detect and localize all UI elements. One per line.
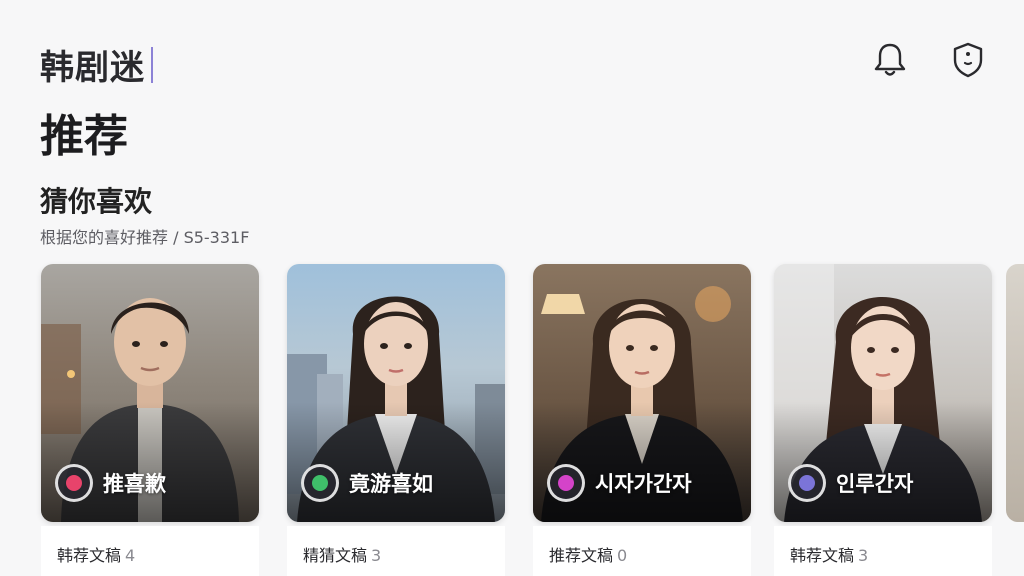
card-shade bbox=[287, 402, 505, 522]
page-title: 推荐 bbox=[40, 111, 128, 162]
card-meta: 精猜文稿 3 bbox=[287, 526, 505, 576]
card-meta-count: 0 bbox=[617, 546, 628, 565]
card-meta-label: 韩荐文稿 bbox=[790, 546, 855, 565]
privacy-button[interactable] bbox=[948, 40, 988, 80]
bell-icon bbox=[874, 43, 906, 76]
drama-card[interactable]: 시자가간자 bbox=[533, 264, 751, 522]
badge-icon bbox=[301, 464, 339, 502]
card-meta: 推荐文稿 0 bbox=[533, 526, 751, 576]
card-shade bbox=[774, 402, 992, 522]
card-shade bbox=[41, 402, 259, 522]
badge-dot bbox=[799, 475, 815, 491]
next-card-peek[interactable] bbox=[1006, 264, 1024, 522]
badge-icon bbox=[788, 464, 826, 502]
app-screen: 韩剧迷 推荐 猜你喜欢 根据您的喜好推荐 / S5-331F 推喜歉 韩荐文稿 … bbox=[0, 0, 1024, 576]
section-title: 猜你喜欢 bbox=[40, 185, 153, 218]
card-title: 인루간자 bbox=[836, 472, 914, 496]
card-shade bbox=[533, 402, 751, 522]
card-meta-count: 4 bbox=[125, 546, 136, 565]
card-title: 시자가간자 bbox=[595, 472, 692, 496]
badge-icon bbox=[55, 464, 93, 502]
badge-dot bbox=[558, 475, 574, 491]
card-title: 推喜歉 bbox=[103, 472, 166, 496]
drama-card[interactable]: 인루간자 bbox=[774, 264, 992, 522]
card-badge: 시자가간자 bbox=[547, 464, 692, 502]
drama-card[interactable]: 竟游喜如 bbox=[287, 264, 505, 522]
card-meta-count: 3 bbox=[371, 546, 382, 565]
app-title: 韩剧迷 bbox=[40, 40, 153, 89]
app-title-text: 韩剧迷 bbox=[40, 48, 145, 88]
text-caret bbox=[151, 46, 153, 83]
card-badge: 推喜歉 bbox=[55, 464, 166, 502]
section-subtitle: 根据您的喜好推荐 / S5-331F bbox=[40, 228, 250, 247]
badge-dot bbox=[66, 475, 82, 491]
card-meta-label: 精猜文稿 bbox=[303, 546, 368, 565]
card-meta: 韩荐文稿 4 bbox=[41, 526, 259, 576]
drama-card[interactable]: 推喜歉 bbox=[41, 264, 259, 522]
card-meta: 韩荐文稿 3 bbox=[774, 526, 992, 576]
card-meta-label: 推荐文稿 bbox=[549, 546, 614, 565]
card-meta-label: 韩荐文稿 bbox=[57, 546, 122, 565]
card-badge: 인루간자 bbox=[788, 464, 913, 502]
shield-icon bbox=[953, 42, 983, 78]
badge-icon bbox=[547, 464, 585, 502]
card-title: 竟游喜如 bbox=[349, 472, 433, 496]
notification-button[interactable] bbox=[870, 40, 910, 80]
card-badge: 竟游喜如 bbox=[301, 464, 433, 502]
card-meta-count: 3 bbox=[858, 546, 869, 565]
badge-dot bbox=[312, 475, 328, 491]
